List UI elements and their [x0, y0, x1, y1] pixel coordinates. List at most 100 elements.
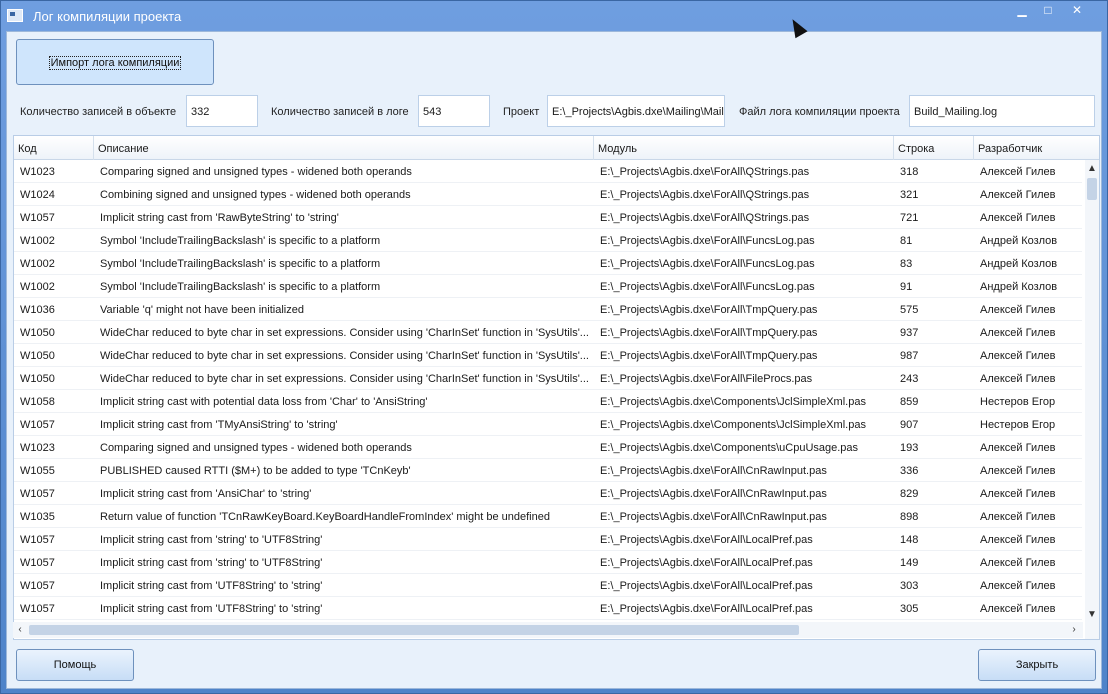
cell-module: E:\_Projects\Agbis.dxe\ForAll\LocalPref.…: [600, 580, 813, 592]
horizontal-scrollbar[interactable]: ‹ ›: [13, 622, 1083, 638]
table-row[interactable]: W1036 Variable 'q' might not have been in…: [14, 298, 1082, 321]
table-row[interactable]: W1024 Combining signed and unsigned types…: [14, 183, 1082, 206]
scroll-down-icon[interactable]: ▼: [1085, 608, 1099, 622]
compile-log-table[interactable]: Код Описание Модуль Строка Разработчик W…: [13, 135, 1100, 640]
log-file-field[interactable]: Build_Mailing.log: [909, 95, 1095, 127]
scroll-left-icon[interactable]: ‹: [13, 623, 27, 637]
cell-developer: Алексей Гилев: [980, 603, 1056, 615]
table-row[interactable]: W1023 Comparing signed and unsigned types…: [14, 160, 1082, 183]
cell-code: W1057: [20, 212, 55, 224]
table-row[interactable]: W1057 Implicit string cast from 'UTF8Stri…: [14, 574, 1082, 597]
cell-developer: Алексей Гилев: [980, 465, 1056, 477]
cell-code: W1057: [20, 419, 55, 431]
close-window-button[interactable]: ✕: [1065, 4, 1089, 18]
table-row[interactable]: W1050 WideChar reduced to byte char in se…: [14, 344, 1082, 367]
cell-module: E:\_Projects\Agbis.dxe\Components\JclSim…: [600, 396, 866, 408]
cell-module: E:\_Projects\Agbis.dxe\ForAll\TmpQuery.p…: [600, 327, 818, 339]
table-row[interactable]: W1002 Symbol 'IncludeTrailingBackslash' i…: [14, 275, 1082, 298]
cell-module: E:\_Projects\Agbis.dxe\ForAll\TmpQuery.p…: [600, 304, 818, 316]
cell-description: WideChar reduced to byte char in set exp…: [100, 373, 589, 385]
cell-line: 898: [900, 511, 919, 523]
cell-code: W1057: [20, 534, 55, 546]
cell-code: W1024: [20, 189, 55, 201]
cell-module: E:\_Projects\Agbis.dxe\ForAll\CnRawInput…: [600, 488, 827, 500]
help-button[interactable]: Помощь: [16, 649, 134, 681]
cell-description: Return value of function 'TCnRawKeyBoard…: [100, 511, 550, 523]
cell-line: 987: [900, 350, 919, 362]
cell-description: Implicit string cast from 'TMyAnsiString…: [100, 419, 338, 431]
cell-line: 149: [900, 557, 919, 569]
scroll-right-icon[interactable]: ›: [1067, 623, 1081, 637]
maximize-button[interactable]: □: [1036, 4, 1060, 18]
project-field[interactable]: E:\_Projects\Agbis.dxe\Mailing\Maili: [547, 95, 725, 127]
table-row[interactable]: W1055 PUBLISHED caused RTTI ($M+) to be a…: [14, 459, 1082, 482]
cell-description: Implicit string cast from 'UTF8String' t…: [100, 603, 323, 615]
cell-developer: Алексей Гилев: [980, 373, 1056, 385]
cell-module: E:\_Projects\Agbis.dxe\ForAll\LocalPref.…: [600, 534, 813, 546]
cell-line: 83: [900, 258, 913, 270]
import-log-button-label: Импорт лога компиляции: [48, 56, 182, 70]
table-row[interactable]: W1057 Implicit string cast from 'RawByteS…: [14, 206, 1082, 229]
table-row[interactable]: W1057 Implicit string cast from 'string' …: [14, 528, 1082, 551]
table-row[interactable]: W1057 Implicit string cast from 'UTF8Stri…: [14, 597, 1082, 620]
cell-description: Implicit string cast with potential data…: [100, 396, 428, 408]
title-bar[interactable]: Лог компиляции проекта ▁ □ ✕: [1, 1, 1107, 31]
cell-code: W1002: [20, 235, 55, 247]
cell-code: W1023: [20, 442, 55, 454]
column-header-line[interactable]: Строка: [894, 136, 974, 160]
cell-module: E:\_Projects\Agbis.dxe\ForAll\CnRawInput…: [600, 465, 827, 477]
table-row[interactable]: W1057 Implicit string cast from 'string' …: [14, 551, 1082, 574]
cell-description: Implicit string cast from 'string' to 'U…: [100, 557, 323, 569]
table-row[interactable]: W1058 Implicit string cast with potential…: [14, 390, 1082, 413]
cell-module: E:\_Projects\Agbis.dxe\ForAll\FileProcs.…: [600, 373, 813, 385]
table-row[interactable]: W1002 Symbol 'IncludeTrailingBackslash' i…: [14, 252, 1082, 275]
table-row[interactable]: W1057 Implicit string cast from 'TMyAnsiS…: [14, 413, 1082, 436]
cell-code: W1050: [20, 350, 55, 362]
table-row[interactable]: W1050 WideChar reduced to byte char in se…: [14, 321, 1082, 344]
column-header-developer[interactable]: Разработчик: [974, 136, 1099, 160]
cell-line: 81: [900, 235, 913, 247]
cell-line: 575: [900, 304, 919, 316]
table-row[interactable]: W1002 Symbol 'IncludeTrailingBackslash' i…: [14, 229, 1082, 252]
scroll-up-icon[interactable]: ▲: [1085, 162, 1099, 176]
cell-description: Implicit string cast from 'UTF8String' t…: [100, 580, 323, 592]
cell-line: 907: [900, 419, 919, 431]
table-row[interactable]: W1035 Return value of function 'TCnRawKey…: [14, 505, 1082, 528]
cell-code: W1057: [20, 603, 55, 615]
column-header-code[interactable]: Код: [14, 136, 94, 160]
table-body: W1023 Comparing signed and unsigned types…: [14, 160, 1082, 620]
cell-line: 243: [900, 373, 919, 385]
cell-developer: Нестеров Егор: [980, 419, 1056, 431]
window-title: Лог компиляции проекта: [33, 9, 182, 24]
cell-line: 859: [900, 396, 919, 408]
horizontal-scroll-thumb[interactable]: [29, 625, 799, 635]
cell-module: E:\_Projects\Agbis.dxe\Components\JclSim…: [600, 419, 866, 431]
import-log-button[interactable]: Импорт лога компиляции: [16, 39, 214, 85]
log-count-label: Количество записей в логе: [271, 106, 409, 118]
cell-description: Symbol 'IncludeTrailingBackslash' is spe…: [100, 258, 381, 270]
cell-description: Symbol 'IncludeTrailingBackslash' is spe…: [100, 281, 381, 293]
cell-description: Implicit string cast from 'string' to 'U…: [100, 534, 323, 546]
vertical-scroll-thumb[interactable]: [1087, 178, 1097, 200]
cell-line: 318: [900, 166, 919, 178]
cell-line: 91: [900, 281, 913, 293]
cell-description: Comparing signed and unsigned types - wi…: [100, 442, 412, 454]
object-count-field[interactable]: 332: [186, 95, 258, 127]
cell-description: Combining signed and unsigned types - wi…: [100, 189, 411, 201]
close-button[interactable]: Закрыть: [978, 649, 1096, 681]
column-header-module[interactable]: Модуль: [594, 136, 894, 160]
cell-description: WideChar reduced to byte char in set exp…: [100, 350, 589, 362]
table-row[interactable]: W1050 WideChar reduced to byte char in se…: [14, 367, 1082, 390]
cell-code: W1055: [20, 465, 55, 477]
cell-module: E:\_Projects\Agbis.dxe\ForAll\FuncsLog.p…: [600, 281, 815, 293]
vertical-scrollbar[interactable]: ▲ ▼: [1085, 160, 1099, 639]
log-count-field[interactable]: 543: [418, 95, 490, 127]
minimize-button[interactable]: ▁: [1010, 4, 1034, 18]
window-icon: [7, 9, 23, 22]
table-header: Код Описание Модуль Строка Разработчик: [14, 136, 1099, 160]
column-header-description[interactable]: Описание: [94, 136, 594, 160]
object-count-label: Количество записей в объекте: [20, 106, 177, 118]
cell-line: 721: [900, 212, 919, 224]
table-row[interactable]: W1023 Comparing signed and unsigned types…: [14, 436, 1082, 459]
table-row[interactable]: W1057 Implicit string cast from 'AnsiChar…: [14, 482, 1082, 505]
